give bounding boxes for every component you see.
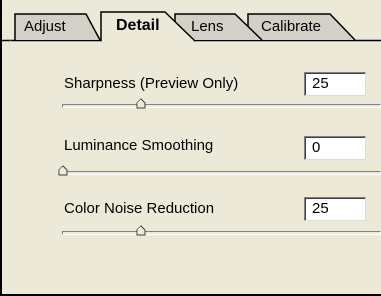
slider-thumb-icon[interactable] [135,98,147,110]
tab-detail[interactable]: Detail [116,16,160,36]
sharpness-label: Sharpness (Preview Only) [64,75,239,92]
slider-thumb-icon[interactable] [135,225,147,237]
tab-adjust[interactable]: Adjust [24,17,66,37]
color-noise-reduction-field[interactable]: 25 [304,197,366,221]
slider-thumb-icon[interactable] [57,165,69,177]
window-left-edge [0,0,2,296]
tab-strip: Adjust Detail Lens Calibrate [0,0,381,42]
tab-calibrate[interactable]: Calibrate [261,17,321,37]
sharpness-slider-track[interactable] [62,104,381,108]
luminance-smoothing-field[interactable]: 0 [304,136,366,160]
luminance-smoothing-slider-track[interactable] [62,171,381,175]
tab-lens[interactable]: Lens [191,17,224,37]
camera-raw-detail-panel: Adjust Detail Lens Calibrate Sharpness (… [0,0,381,296]
luminance-smoothing-label: Luminance Smoothing [64,137,214,154]
sharpness-field[interactable]: 25 [304,72,366,96]
color-noise-reduction-label: Color Noise Reduction [64,200,215,217]
color-noise-reduction-slider-track[interactable] [62,231,381,235]
